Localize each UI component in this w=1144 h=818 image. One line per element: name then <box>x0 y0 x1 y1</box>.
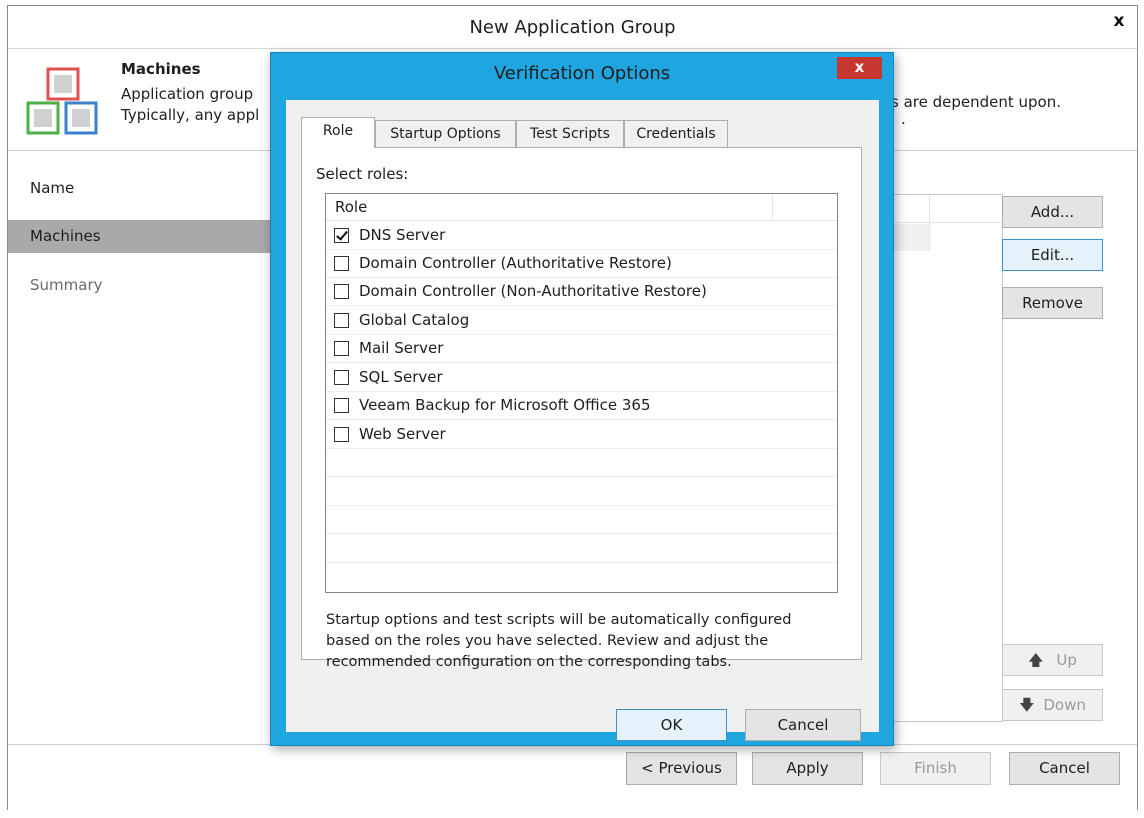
application-group-icon <box>26 67 98 135</box>
role-label: Global Catalog <box>359 311 470 329</box>
window-title: New Application Group <box>469 17 676 38</box>
roles-help-text: Startup options and test scripts will be… <box>326 610 866 673</box>
move-down-label: Down <box>1043 696 1086 714</box>
role-column-header[interactable]: Role <box>335 198 367 216</box>
role-label: DNS Server <box>359 226 446 244</box>
role-row-veeam-backup-o365[interactable]: Veeam Backup for Microsoft Office 365 <box>326 392 837 420</box>
dialog-cancel-button[interactable]: Cancel <box>745 709 861 741</box>
role-row-dns-server[interactable]: DNS Server <box>326 222 837 250</box>
tab-role[interactable]: Role <box>301 117 375 148</box>
role-label: Domain Controller (Non-Authoritative Res… <box>359 282 707 300</box>
machines-list-header <box>884 195 1002 223</box>
arrow-up-icon: 🡅 <box>1028 651 1044 669</box>
tab-credentials[interactable]: Credentials <box>624 120 728 148</box>
role-row-global-catalog[interactable]: Global Catalog <box>326 307 837 335</box>
dialog-close-button[interactable]: x <box>837 57 882 79</box>
help-line: recommended configuration on the corresp… <box>326 654 732 670</box>
previous-button[interactable]: < Previous <box>626 752 737 785</box>
empty-row <box>326 449 837 477</box>
role-label: Web Server <box>359 425 446 443</box>
role-row-dc-authoritative[interactable]: Domain Controller (Authoritative Restore… <box>326 250 837 278</box>
role-checkbox-mail-server[interactable] <box>334 341 349 356</box>
nav-step-name[interactable]: Name <box>8 172 271 205</box>
row-separator <box>929 223 930 251</box>
step-description-tail: s are dependent upon. <box>891 93 1062 111</box>
roles-list-header: Role <box>326 194 837 221</box>
machines-list[interactable] <box>883 194 1003 722</box>
role-checkbox-dc-non-authoritative[interactable] <box>334 284 349 299</box>
role-checkbox-dc-authoritative[interactable] <box>334 256 349 271</box>
step-description-line2: Typically, any appl <box>121 106 260 124</box>
select-roles-label: Select roles: <box>316 165 409 183</box>
column-separator <box>929 195 930 223</box>
step-description-line1: Application group <box>121 85 254 103</box>
role-row-web-server[interactable]: Web Server <box>326 421 837 449</box>
nav-step-summary[interactable]: Summary <box>8 269 271 302</box>
remove-button[interactable]: Remove <box>1002 287 1103 319</box>
role-label: Mail Server <box>359 339 444 357</box>
wizard-steps-nav: Name Machines Summary <box>8 152 271 742</box>
move-down-button[interactable]: 🡇 Down <box>1002 689 1103 721</box>
role-checkbox-global-catalog[interactable] <box>334 313 349 328</box>
column-separator <box>772 194 773 221</box>
finish-button[interactable]: Finish <box>880 752 991 785</box>
tab-startup-options[interactable]: Startup Options <box>375 120 516 148</box>
roles-list[interactable]: Role DNS Server Domain Controller (Autho… <box>325 193 838 593</box>
window-close-button[interactable]: x <box>1102 9 1136 35</box>
nav-step-machines[interactable]: Machines <box>8 220 271 253</box>
move-up-button[interactable]: 🡅 Up <box>1002 644 1103 676</box>
apply-button[interactable]: Apply <box>752 752 863 785</box>
edit-button[interactable]: Edit... <box>1002 239 1103 271</box>
help-line: Startup options and test scripts will be… <box>326 612 792 628</box>
role-label: Veeam Backup for Microsoft Office 365 <box>359 396 651 414</box>
cancel-button[interactable]: Cancel <box>1009 752 1120 785</box>
dialog-title: Verification Options <box>493 63 671 84</box>
step-description-tail2: . <box>901 110 906 128</box>
role-label: SQL Server <box>359 368 443 386</box>
empty-row <box>326 535 837 563</box>
window-titlebar: New Application Group x <box>8 6 1137 49</box>
arrow-down-icon: 🡇 <box>1019 696 1035 714</box>
role-row-sql-server[interactable]: SQL Server <box>326 364 837 392</box>
empty-row <box>326 506 837 534</box>
role-checkbox-web-server[interactable] <box>334 427 349 442</box>
add-button[interactable]: Add... <box>1002 196 1103 228</box>
step-title: Machines <box>121 60 201 78</box>
empty-row <box>326 563 837 591</box>
role-row-mail-server[interactable]: Mail Server <box>326 335 837 363</box>
tab-test-scripts[interactable]: Test Scripts <box>516 120 624 148</box>
role-label: Domain Controller (Authoritative Restore… <box>359 254 672 272</box>
help-line: based on the roles you have selected. Re… <box>326 633 769 649</box>
role-checkbox-sql-server[interactable] <box>334 370 349 385</box>
empty-row <box>326 478 837 506</box>
role-checkbox-veeam-backup-o365[interactable] <box>334 398 349 413</box>
move-up-label: Up <box>1056 651 1077 669</box>
role-checkbox-dns-server[interactable] <box>334 228 349 243</box>
role-row-dc-non-authoritative[interactable]: Domain Controller (Non-Authoritative Res… <box>326 278 837 306</box>
ok-button[interactable]: OK <box>616 709 727 741</box>
